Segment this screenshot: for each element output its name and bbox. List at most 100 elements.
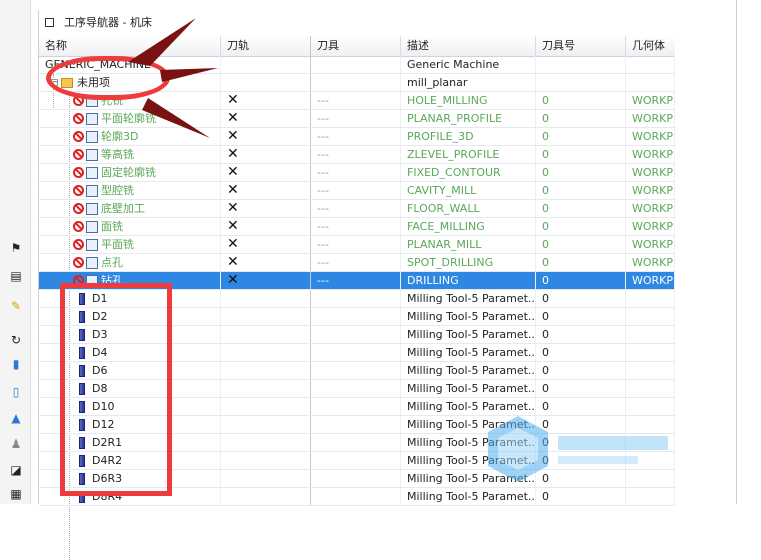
operation-geometry: WORKPI <box>626 110 675 127</box>
toolpath-status: ✕ <box>221 236 311 253</box>
grid-icon[interactable]: ▦ <box>8 486 24 502</box>
refresh-icon[interactable]: ↻ <box>8 332 24 348</box>
operation-tool: --- <box>311 92 401 109</box>
operation-geometry: WORKPI <box>626 92 675 109</box>
table-row-operation[interactable]: 等高铣 ✕ --- ZLEVEL_PROFILE 0 WORKPI <box>39 146 675 164</box>
operation-tool-number: 0 <box>536 110 626 127</box>
operation-tool-number: 0 <box>536 182 626 199</box>
operation-description: PLANAR_PROFILE <box>401 110 536 127</box>
column-header-description[interactable]: 描述 <box>401 36 536 56</box>
watermark-logo-icon <box>488 416 668 482</box>
layers-icon[interactable]: ▤ <box>8 268 24 284</box>
prohibited-icon <box>73 203 84 214</box>
prohibited-icon <box>73 239 84 250</box>
toolpath-status: ✕ <box>221 200 311 217</box>
operation-tool: --- <box>311 128 401 145</box>
toolpath-status: ✕ <box>221 92 311 109</box>
operation-tool: --- <box>311 254 401 271</box>
operation-type-icon <box>86 202 98 215</box>
operation-tool-number: 0 <box>536 254 626 271</box>
operation-name: 型腔铣 <box>101 184 134 197</box>
wrench-icon[interactable]: ✎ <box>8 298 24 314</box>
operation-tool-number: 0 <box>536 146 626 163</box>
operation-tool: --- <box>311 200 401 217</box>
operation-name: 固定轮廓铣 <box>101 166 156 179</box>
operation-name: 面铣 <box>101 220 123 233</box>
prohibited-icon <box>73 221 84 232</box>
operation-geometry: WORKPI <box>626 146 675 163</box>
toolpath-status: ✕ <box>221 218 311 235</box>
tool-description: Milling Tool-5 Paramet... <box>401 344 536 361</box>
tool-description: Milling Tool-5 Paramet... <box>401 290 536 307</box>
prohibited-icon <box>73 113 84 124</box>
operation-description: ZLEVEL_PROFILE <box>401 146 536 163</box>
table-row-operation[interactable]: 面铣 ✕ --- FACE_MILLING 0 WORKPI <box>39 218 675 236</box>
panel-checkbox[interactable] <box>45 17 54 27</box>
tool-description: Milling Tool-5 Paramet... <box>401 380 536 397</box>
chart-icon[interactable]: ▮ <box>8 356 24 372</box>
operation-name: 底壁加工 <box>101 202 145 215</box>
operation-type-icon <box>86 220 98 233</box>
table-row-operation[interactable]: 平面轮廓铣 ✕ --- PLANAR_PROFILE 0 WORKPI <box>39 110 675 128</box>
annotation-highlight-rectangle <box>60 283 172 496</box>
operation-tool-number: 0 <box>536 128 626 145</box>
scrollbar-divider <box>736 0 737 504</box>
operation-name: 点孔 <box>101 256 123 269</box>
operation-geometry: WORKPI <box>626 272 675 289</box>
operation-name: 等高铣 <box>101 148 134 161</box>
operation-type-icon <box>86 130 98 143</box>
operation-tool: --- <box>311 272 401 289</box>
toolpath-status: ✕ <box>221 146 311 163</box>
operation-name: 平面轮廓铣 <box>101 112 156 125</box>
column-header-tool-number[interactable]: 刀具号 <box>536 36 626 56</box>
flag-icon[interactable]: ⚑ <box>8 240 24 256</box>
operation-type-icon <box>86 238 98 251</box>
operation-description: CAVITY_MILL <box>401 182 536 199</box>
table-row-operation[interactable]: 固定轮廓铣 ✕ --- FIXED_CONTOUR 0 WORKPI <box>39 164 675 182</box>
operation-type-icon <box>86 184 98 197</box>
toolpath-status: ✕ <box>221 110 311 127</box>
document-icon[interactable]: ▯ <box>8 384 24 400</box>
prohibited-icon <box>73 131 84 142</box>
operation-description: SPOT_DRILLING <box>401 254 536 271</box>
operation-type-icon <box>86 166 98 179</box>
toolpath-status: ✕ <box>221 254 311 271</box>
toolpath-status: ✕ <box>221 272 311 289</box>
measure-icon[interactable]: ◪ <box>8 462 24 478</box>
tool-number: 0 <box>536 380 626 397</box>
tool-description: Milling Tool-5 Paramet... <box>401 362 536 379</box>
operation-geometry: WORKPI <box>626 254 675 271</box>
column-header-tool[interactable]: 刀具 <box>311 36 401 56</box>
prohibited-icon <box>73 149 84 160</box>
operation-tool-number: 0 <box>536 164 626 181</box>
left-toolbar: ⚑ ▤ ✎ ↻ ▮ ▯ ▲ ♟ ◪ ▦ <box>0 0 31 504</box>
operation-description: FLOOR_WALL <box>401 200 536 217</box>
operation-tool: --- <box>311 182 401 199</box>
toolpath-status: ✕ <box>221 128 311 145</box>
shape-icon[interactable]: ▲ <box>8 410 24 426</box>
operation-tool: --- <box>311 164 401 181</box>
table-row-operation[interactable]: 平面铣 ✕ --- PLANAR_MILL 0 WORKPI <box>39 236 675 254</box>
operation-geometry: WORKPI <box>626 128 675 145</box>
column-header-geometry[interactable]: 几何体 <box>626 36 675 56</box>
operation-geometry: WORKPI <box>626 218 675 235</box>
column-header-name[interactable]: 名称 <box>39 36 221 56</box>
operation-tool-number: 0 <box>536 200 626 217</box>
column-header-toolpath[interactable]: 刀轨 <box>221 36 311 56</box>
table-row-operation[interactable]: 型腔铣 ✕ --- CAVITY_MILL 0 WORKPI <box>39 182 675 200</box>
tool-icon[interactable]: ♟ <box>8 436 24 452</box>
operation-tool-number: 0 <box>536 236 626 253</box>
operation-tool: --- <box>311 236 401 253</box>
table-row-operation[interactable]: 底壁加工 ✕ --- FLOOR_WALL 0 WORKPI <box>39 200 675 218</box>
operation-tool: --- <box>311 218 401 235</box>
table-row-operation[interactable]: 点孔 ✕ --- SPOT_DRILLING 0 WORKPI <box>39 254 675 272</box>
table-row-operation[interactable]: 轮廓3D ✕ --- PROFILE_3D 0 WORKPI <box>39 128 675 146</box>
operation-description: HOLE_MILLING <box>401 92 536 109</box>
tool-number: 0 <box>536 326 626 343</box>
group-description: mill_planar <box>401 74 536 91</box>
right-panel-edge <box>674 0 761 504</box>
operation-type-icon <box>86 256 98 269</box>
operation-description: FIXED_CONTOUR <box>401 164 536 181</box>
tool-description: Milling Tool-5 Paramet... <box>401 326 536 343</box>
annotation-highlight-oval <box>46 56 170 100</box>
